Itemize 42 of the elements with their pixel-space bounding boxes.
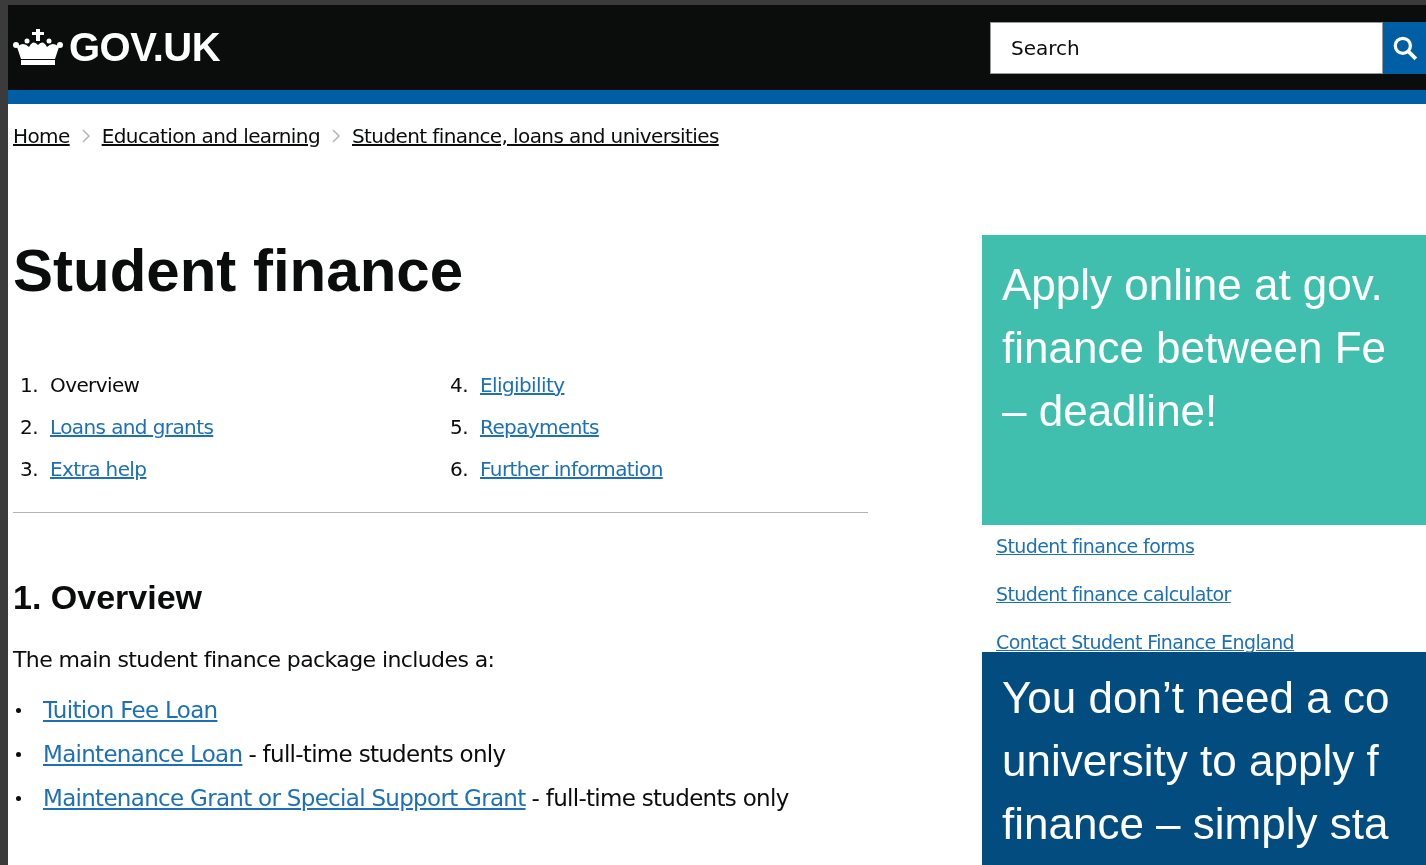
note-text: - full-time students only bbox=[248, 741, 506, 767]
section-heading: 1. Overview bbox=[13, 577, 203, 617]
intro-text: The main student finance package includes a: bbox=[13, 647, 496, 672]
contents-link[interactable]: Overview bbox=[50, 373, 140, 397]
callout-text: Apply online at gov. bbox=[1002, 259, 1384, 311]
crown-icon bbox=[13, 28, 63, 67]
bullet-icon bbox=[16, 707, 21, 713]
bullet-icon bbox=[16, 795, 21, 801]
related-link[interactable]: Student finance calculator bbox=[996, 581, 1426, 607]
list-number: 1. bbox=[19, 373, 38, 397]
breadcrumb-link[interactable]: Student finance, loans and universities bbox=[352, 124, 719, 148]
chevron-icon bbox=[332, 129, 340, 143]
contents-link[interactable]: Eligibility bbox=[480, 373, 565, 397]
list-number: 2. bbox=[19, 415, 38, 439]
breadcrumb-link[interactable]: Education and learning bbox=[101, 124, 320, 148]
list-number: 5. bbox=[449, 415, 468, 439]
callout-text: finance – simply sta bbox=[1002, 798, 1390, 850]
search-button[interactable] bbox=[1383, 21, 1426, 74]
breadcrumb-link[interactable]: Home bbox=[13, 124, 70, 148]
finance-link[interactable]: Maintenance Grant or Special Support Grant bbox=[43, 785, 526, 811]
list-number: 3. bbox=[19, 457, 38, 481]
finance-link[interactable]: Tuition Fee Loan bbox=[43, 697, 218, 723]
site-logo[interactable]: GOV.UK bbox=[69, 25, 221, 70]
callout-text: finance between Fe bbox=[1002, 322, 1388, 374]
search-icon bbox=[1391, 34, 1418, 61]
contents-link[interactable]: Repayments bbox=[480, 415, 599, 439]
contents-link[interactable]: Further information bbox=[480, 457, 663, 481]
callout-text: – deadline! bbox=[1002, 385, 1219, 437]
search-field[interactable]: Search bbox=[990, 21, 1383, 74]
callout-text: You don’t need a co bbox=[1002, 672, 1391, 724]
related-link[interactable]: Contact Student Finance England bbox=[996, 629, 1426, 655]
contents-link[interactable]: Extra help bbox=[50, 457, 147, 481]
contents-link[interactable]: Loans and grants bbox=[50, 415, 214, 439]
callout-text: university to apply f bbox=[1002, 735, 1380, 787]
list-number: 6. bbox=[449, 457, 468, 481]
note-text: - full-time students only bbox=[531, 785, 789, 811]
list-number: 4. bbox=[449, 373, 468, 397]
finance-link[interactable]: Maintenance Loan bbox=[43, 741, 243, 767]
page-title: Student finance bbox=[13, 236, 465, 306]
related-link[interactable]: Student finance forms bbox=[996, 533, 1426, 559]
chevron-icon bbox=[81, 129, 90, 143]
bullet-icon bbox=[16, 751, 21, 757]
